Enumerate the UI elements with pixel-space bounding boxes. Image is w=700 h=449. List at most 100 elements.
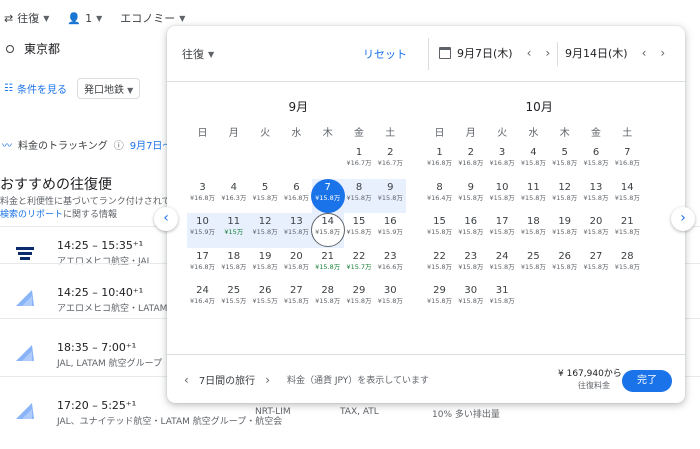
day-price: ¥15.8万 <box>346 228 372 236</box>
calendar-day[interactable]: 26 ¥15.5万 <box>250 282 281 316</box>
calendar-day[interactable]: 27 ¥15.8万 <box>581 248 612 282</box>
day-price: ¥15.8万 <box>583 262 609 271</box>
prev-month-button[interactable]: ‹ <box>154 207 178 231</box>
day-price: ¥16.8万 <box>489 159 515 167</box>
calendar-day[interactable]: 9 ¥15.8万 <box>455 179 486 213</box>
depart-date-field[interactable]: 9月7日(木) ‹ › <box>439 45 550 61</box>
day-number: 3 <box>199 181 206 193</box>
calendar-day[interactable]: 13 ¥15.8万 <box>281 213 312 247</box>
calendar-day[interactable]: 27 ¥15.8万 <box>281 282 312 316</box>
calendar-day[interactable]: 15 ¥15.8万 <box>344 213 375 247</box>
calendar-day[interactable]: 4 ¥16.3万 <box>218 179 249 213</box>
cabin-select[interactable]: エコノミー ▼ <box>120 10 185 26</box>
calendar-day[interactable]: 3 ¥16.8万 <box>187 179 218 213</box>
day-number: 16 <box>383 216 397 227</box>
calendar-day[interactable]: 10 ¥15.8万 <box>487 179 518 213</box>
decrease-duration-button[interactable]: ‹ <box>184 373 189 387</box>
next-month-button[interactable]: › <box>671 207 695 231</box>
reset-button[interactable]: リセット <box>363 46 407 62</box>
passengers-select[interactable]: 👤 1 ▼ <box>67 12 102 25</box>
calendar-day[interactable]: 7 ¥16.8万 <box>612 144 643 178</box>
report-link[interactable]: 検索のリポート <box>0 210 63 220</box>
calendar-day[interactable]: 20 ¥15.8万 <box>281 248 312 282</box>
filter-chip[interactable]: 発口地鉄 ▼ <box>76 78 141 99</box>
calendar-day[interactable]: 21 ¥15.8万 <box>312 248 343 282</box>
calendar-day[interactable]: 15 ¥15.8万 <box>424 213 455 247</box>
day-number: 7 <box>624 147 631 158</box>
calendar-day[interactable]: 28 ¥15.8万 <box>312 282 343 316</box>
calendar-day[interactable]: 2 ¥16.8万 <box>455 144 486 178</box>
calendar-day[interactable]: 9 ¥15.8万 <box>375 179 406 213</box>
calendar-day[interactable]: 17 ¥15.8万 <box>487 213 518 247</box>
calendar-day[interactable]: 29 ¥15.8万 <box>424 282 455 316</box>
calendar-day[interactable]: 1 ¥16.7万 <box>344 144 375 178</box>
calendar-day[interactable]: 31 ¥15.8万 <box>487 282 518 316</box>
flight-times: 18:35 – 7:00⁺¹ <box>57 341 137 354</box>
calendar-day[interactable]: 8 ¥16.4万 <box>424 179 455 213</box>
calendar-day[interactable]: 30 ¥15.8万 <box>375 282 406 316</box>
calendar-day[interactable]: 22 ¥15.7万 <box>344 248 375 282</box>
calendar-day[interactable]: 6 ¥15.8万 <box>581 144 612 178</box>
trip-type-select[interactable]: ⇄ 往復 ▼ <box>4 10 49 26</box>
calendar-day[interactable]: 23 ¥16.6万 <box>375 248 406 282</box>
calendar-day[interactable]: 8 ¥15.8万 <box>344 179 375 213</box>
next-day-button[interactable]: › <box>660 46 665 60</box>
calendar-day[interactable]: 18 ¥15.8万 <box>518 213 549 247</box>
return-date-field[interactable]: 9月14日(木) ‹ › <box>565 45 665 61</box>
calendar-day[interactable]: 29 ¥15.8万 <box>344 282 375 316</box>
calendar-day[interactable]: 2 ¥16.7万 <box>375 144 406 178</box>
weekday-label: 火 <box>260 128 271 139</box>
done-button[interactable]: 完了 <box>622 370 672 392</box>
calendar-day[interactable]: 23 ¥15.8万 <box>455 248 486 282</box>
calendar-day[interactable]: 13 ¥15.8万 <box>581 179 612 213</box>
calendar-day[interactable]: 11 ¥15万 <box>218 213 249 247</box>
price-tracking[interactable]: 〰 料金のトラッキング ⓘ 9月7日〜 <box>2 137 172 152</box>
origin-input[interactable]: 東京都 <box>6 40 60 57</box>
calendar-day[interactable]: 6 ¥16.8万 <box>281 179 312 213</box>
calendar-day[interactable]: 19 ¥15.8万 <box>549 213 580 247</box>
calendar-day[interactable]: 10 ¥15.9万 <box>187 213 218 247</box>
calendar-day[interactable]: 14 ¥15.8万 <box>312 213 343 247</box>
weekday-label: 金 <box>591 128 601 139</box>
calendar-day[interactable]: 26 ¥15.8万 <box>549 248 580 282</box>
calendar-day[interactable]: 28 ¥15.8万 <box>612 248 643 282</box>
calendar-day[interactable]: 16 ¥15.8万 <box>455 213 486 247</box>
day-number: 6 <box>293 181 300 193</box>
picker-trip-type-select[interactable]: 往復 ▼ <box>182 46 214 62</box>
calendar-day[interactable]: 5 ¥15.8万 <box>250 179 281 213</box>
duration-label: 7日間の旅行 <box>198 376 256 387</box>
day-number: 23 <box>464 250 478 262</box>
calendar-day[interactable]: 25 ¥15.8万 <box>518 248 549 282</box>
calendar-day[interactable]: 1 ¥16.8万 <box>424 144 455 178</box>
calendar-day[interactable]: 4 ¥15.8万 <box>518 144 549 178</box>
calendar-day[interactable]: 18 ¥15.8万 <box>218 248 249 282</box>
weekday-label: 日 <box>434 128 445 139</box>
calendar-day[interactable]: 5 ¥15.8万 <box>549 144 580 178</box>
calendar-day[interactable]: 24 ¥15.8万 <box>487 248 518 282</box>
prev-day-button[interactable]: ‹ <box>642 46 647 60</box>
calendar-day[interactable]: 17 ¥16.8万 <box>187 248 218 282</box>
next-day-button[interactable]: › <box>545 46 550 60</box>
calendar-day[interactable]: 24 ¥16.4万 <box>187 282 218 316</box>
calendar-day[interactable]: 25 ¥15.5万 <box>218 282 249 316</box>
calendar-day[interactable]: 21 ¥15.8万 <box>612 213 643 247</box>
day-number: 13 <box>290 216 303 227</box>
day-price: ¥15.8万 <box>346 193 372 202</box>
calendar-day[interactable]: 12 ¥15.8万 <box>250 213 281 247</box>
calendar-day[interactable]: 3 ¥16.8万 <box>487 144 518 178</box>
day-price: ¥15.8万 <box>614 228 640 236</box>
calendar-day[interactable]: 20 ¥15.8万 <box>581 213 612 247</box>
calendar-day[interactable]: 7 ¥15.8万 <box>312 179 343 213</box>
calendar-day[interactable]: 19 ¥15.8万 <box>250 248 281 282</box>
calendar-day[interactable]: 14 ¥15.8万 <box>612 179 643 213</box>
calendar-day[interactable]: 22 ¥15.8万 <box>424 248 455 282</box>
conditions-link[interactable]: ☷ 条件を見る <box>0 81 67 96</box>
calendar-day[interactable]: 30 ¥15.8万 <box>455 282 486 316</box>
calendar-day[interactable]: 11 ¥15.8万 <box>518 179 549 213</box>
calendar-day[interactable]: 16 ¥15.9万 <box>375 213 406 247</box>
day-number: 25 <box>227 285 241 296</box>
prev-day-button[interactable]: ‹ <box>527 46 532 60</box>
day-price: ¥15.8万 <box>377 193 403 202</box>
increase-duration-button[interactable]: › <box>265 373 270 387</box>
calendar-day[interactable]: 12 ¥15.8万 <box>549 179 580 213</box>
